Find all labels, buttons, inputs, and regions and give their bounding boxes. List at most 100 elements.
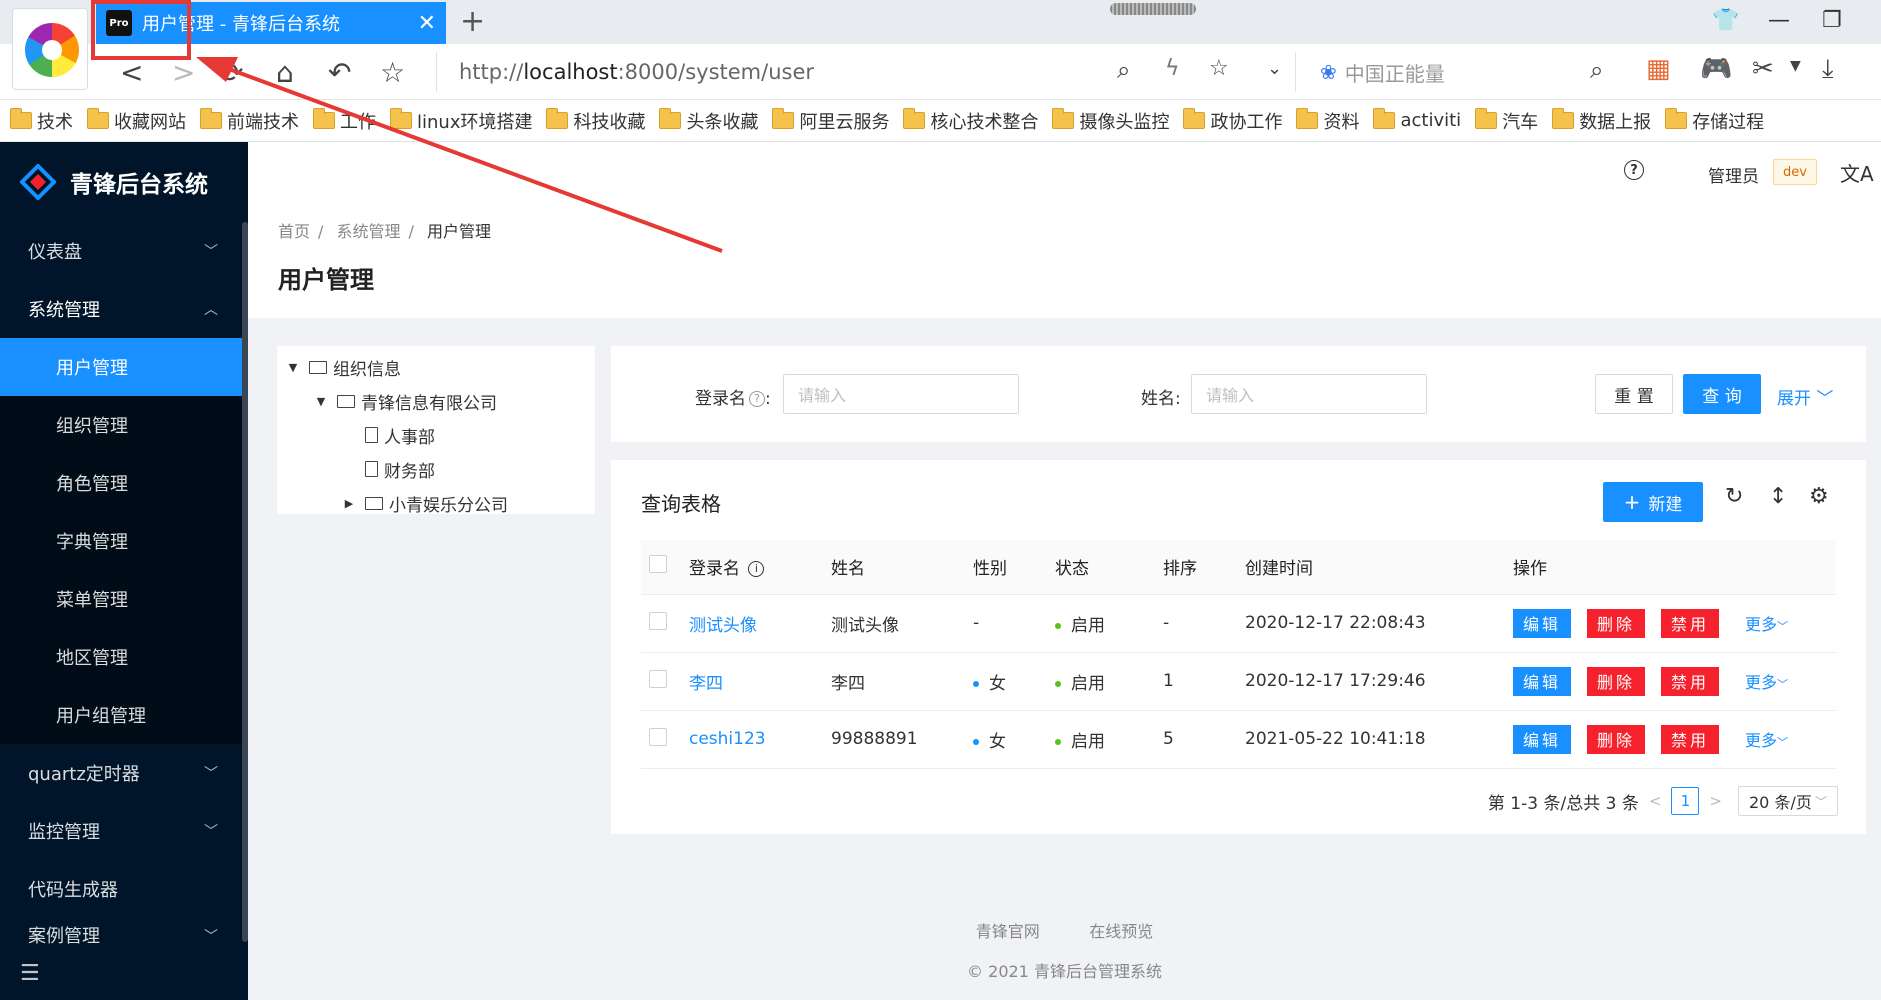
apps-icon[interactable]: ▦: [1646, 54, 1671, 84]
login-link[interactable]: 测试头像: [689, 616, 757, 636]
page-number[interactable]: 1: [1671, 787, 1700, 815]
new-tab-icon[interactable]: +: [460, 4, 485, 39]
login-name-input[interactable]: 请输入: [783, 374, 1019, 414]
footer-link-preview[interactable]: 在线预览: [1089, 922, 1153, 941]
help-icon[interactable]: ?: [1624, 160, 1644, 180]
browser-logo[interactable]: [12, 8, 88, 90]
menu-role-management[interactable]: 角色管理: [0, 454, 248, 512]
tree-caret-right-icon[interactable]: ▶: [341, 497, 357, 510]
tree-node-finance[interactable]: 财务部: [277, 452, 595, 486]
new-user-button[interactable]: + 新建: [1603, 482, 1703, 522]
more-dropdown[interactable]: 更多﹀: [1745, 731, 1788, 750]
menu-quartz[interactable]: quartz定时器 ﹀: [0, 744, 248, 802]
bookmark-star-icon[interactable]: ☆: [1209, 56, 1229, 81]
bookmark-item[interactable]: 数据上报: [1552, 108, 1651, 134]
menu-monitor[interactable]: 监控管理 ﹀: [0, 802, 248, 860]
address-bar[interactable]: http://localhost:8000/system/user ⌕ ϟ ☆ …: [436, 52, 1296, 92]
tree-node-root[interactable]: ▼ 组织信息: [277, 350, 595, 384]
language-icon[interactable]: 文A: [1840, 158, 1874, 187]
game-icon[interactable]: 🎮: [1700, 54, 1732, 84]
name-input[interactable]: 请输入: [1191, 374, 1427, 414]
download-icon[interactable]: ⤓: [1822, 54, 1834, 85]
user-name[interactable]: 管理员: [1708, 162, 1759, 187]
browser-search-box[interactable]: ❀ 中国正能量 ⌕: [1300, 52, 1620, 92]
bookmark-item[interactable]: 前端技术: [200, 108, 299, 134]
bookmark-item[interactable]: 核心技术整合: [903, 108, 1038, 134]
tree-node-company[interactable]: ▼ 青锋信息有限公司: [277, 384, 595, 418]
bookmark-item[interactable]: 头条收藏: [659, 108, 758, 134]
menu-org-management[interactable]: 组织管理: [0, 396, 248, 454]
more-dropdown[interactable]: 更多﹀: [1745, 673, 1788, 692]
bookmark-item[interactable]: 汽车: [1475, 108, 1538, 134]
select-all-checkbox[interactable]: [649, 555, 667, 574]
bookmark-item[interactable]: 资料: [1296, 108, 1359, 134]
menu-dashboard[interactable]: 仪表盘 ﹀: [0, 222, 248, 280]
bookmark-item[interactable]: activiti: [1373, 108, 1461, 131]
menu-menu-management[interactable]: 菜单管理: [0, 570, 248, 628]
menu-area-management[interactable]: 地区管理: [0, 628, 248, 686]
menu-dict-management[interactable]: 字典管理: [0, 512, 248, 570]
tree-caret-down-icon[interactable]: ▼: [285, 361, 301, 374]
zoom-icon[interactable]: ⌕: [1117, 56, 1130, 84]
disable-button[interactable]: 禁用: [1661, 724, 1719, 754]
header-login[interactable]: 登录名 i: [689, 540, 831, 595]
sidebar-scrollbar[interactable]: [242, 222, 248, 942]
bookmark-item[interactable]: 存储过程: [1665, 108, 1764, 134]
tree-node-hr[interactable]: 人事部: [277, 418, 595, 452]
setting-icon[interactable]: ⚙: [1809, 484, 1829, 509]
reload-icon[interactable]: ↻: [1725, 484, 1743, 509]
bookmark-item[interactable]: 工作: [313, 108, 376, 134]
delete-button[interactable]: 删除: [1587, 666, 1645, 696]
menu-collapse-icon[interactable]: ☰: [20, 961, 40, 986]
scissors-dropdown-icon[interactable]: ▼: [1790, 58, 1801, 74]
app-logo[interactable]: 青锋后台系统: [0, 142, 248, 222]
browser-tab-active[interactable]: Pro 用户管理 - 青锋后台系统 ✕: [96, 2, 446, 44]
menu-user-management[interactable]: 用户管理: [0, 338, 242, 396]
more-dropdown[interactable]: 更多﹀: [1745, 615, 1788, 634]
back-icon[interactable]: <: [120, 56, 143, 89]
lightning-icon[interactable]: ϟ: [1165, 56, 1180, 81]
login-link[interactable]: ceshi123: [689, 729, 766, 749]
row-checkbox[interactable]: [649, 727, 667, 746]
bookmark-item[interactable]: linux环境搭建: [390, 108, 532, 134]
column-height-icon[interactable]: ↕: [1769, 484, 1787, 509]
disable-button[interactable]: 禁用: [1661, 608, 1719, 638]
tree-node-branch[interactable]: ▶ 小青娱乐分公司: [277, 486, 595, 520]
menu-usergroup-management[interactable]: 用户组管理: [0, 686, 248, 744]
delete-button[interactable]: 删除: [1587, 608, 1645, 638]
star-icon[interactable]: ☆: [380, 56, 405, 89]
undo-icon[interactable]: ↶: [328, 56, 351, 89]
dropdown-icon[interactable]: ⌄: [1267, 58, 1282, 79]
search-icon[interactable]: ⌕: [1590, 56, 1603, 84]
bookmark-item[interactable]: 摄像头监控: [1052, 108, 1169, 134]
forward-icon[interactable]: >: [172, 56, 195, 89]
window-drag-handle[interactable]: [1110, 3, 1196, 15]
login-link[interactable]: 李四: [689, 674, 723, 694]
row-checkbox[interactable]: [649, 669, 667, 688]
delete-button[interactable]: 删除: [1587, 724, 1645, 754]
home-icon[interactable]: ⌂: [276, 56, 294, 89]
scissors-icon[interactable]: ✂: [1752, 54, 1774, 84]
table-row[interactable]: 测试头像 测试头像 - 启用 -2020-12-17 22:08:43 编辑 删除 禁用 更多﹀: [641, 594, 1836, 653]
expand-link[interactable]: 展开 ﹀: [1777, 384, 1833, 409]
minimize-icon[interactable]: —: [1768, 8, 1790, 33]
table-row[interactable]: ceshi123 99888891 女 启用 5 2021-05-22 10:41:18 编…: [641, 710, 1836, 769]
bookmark-item[interactable]: 政协工作: [1183, 108, 1282, 134]
reload-icon[interactable]: ⟳: [220, 56, 243, 89]
row-checkbox[interactable]: [649, 611, 667, 630]
restore-icon[interactable]: ❐: [1822, 8, 1842, 33]
info-circle-icon[interactable]: i: [748, 561, 765, 578]
query-button[interactable]: 查 询: [1683, 374, 1761, 414]
table-row[interactable]: 李四 李四女启用 1 2020-12-17 17:29:46 编辑 删除 禁用 更多﹀: [641, 652, 1836, 711]
page-size-select[interactable]: 20 条/页 ﹀: [1738, 786, 1838, 816]
tree-caret-down-icon[interactable]: ▼: [313, 395, 329, 408]
breadcrumb-home[interactable]: 首页: [278, 222, 310, 241]
footer-link-official[interactable]: 青锋官网: [976, 922, 1040, 941]
question-circle-icon[interactable]: ?: [749, 391, 765, 407]
edit-button[interactable]: 编辑: [1513, 608, 1571, 638]
edit-button[interactable]: 编辑: [1513, 724, 1571, 754]
bookmark-item[interactable]: 阿里云服务: [772, 108, 889, 134]
bookmark-item[interactable]: 技术: [10, 108, 73, 134]
menu-system[interactable]: 系统管理 ︿: [0, 280, 248, 338]
menu-codegen[interactable]: 代码生成器: [0, 860, 248, 918]
